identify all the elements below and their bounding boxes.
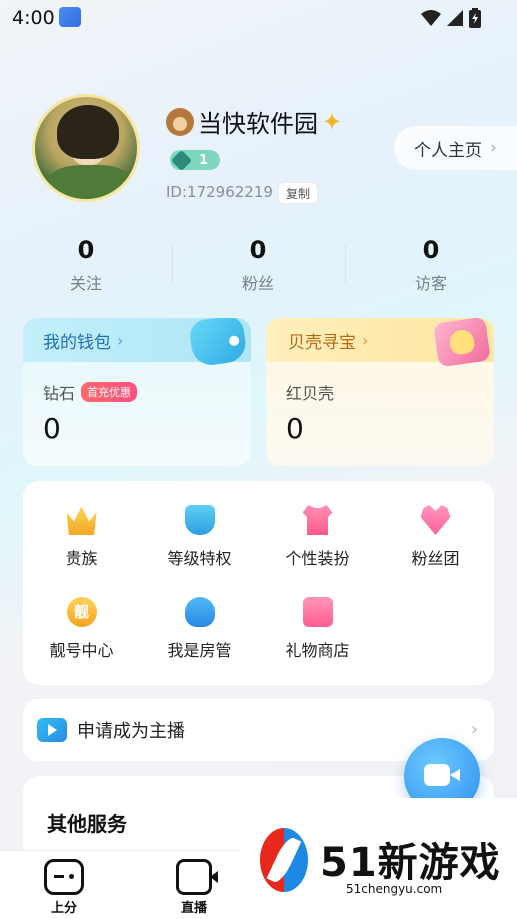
tab-score[interactable]: 上分 xyxy=(24,859,104,916)
shirt-icon xyxy=(302,505,333,535)
sparkle-icon: ✦ xyxy=(322,107,343,136)
shield-icon xyxy=(184,505,215,535)
watermark-subtitle: 51chengyu.com xyxy=(346,882,443,896)
level-number: 1 xyxy=(199,152,209,168)
stats-row: 0 关注 0 粉丝 0 访客 xyxy=(0,236,517,296)
status-time: 4:00 xyxy=(12,7,55,29)
tab-live[interactable]: 直播 xyxy=(154,859,234,916)
live-icon xyxy=(176,859,218,895)
watermark-title: 51新游戏 xyxy=(320,840,501,886)
features-card: 贵族 等级特权 个性装扮 粉丝团 靓 靓号中心 我是房管 礼物商店 xyxy=(23,481,494,685)
feature-label: 礼物商店 xyxy=(285,641,350,660)
avatar-hair xyxy=(57,105,119,159)
stat-value: 0 xyxy=(422,236,440,264)
feature-nobility[interactable]: 贵族 xyxy=(23,505,140,569)
treasure-title: 贝壳寻宝 xyxy=(288,332,356,353)
feature-dress-up[interactable]: 个性装扮 xyxy=(259,505,376,569)
watermark: 51新游戏 51chengyu.com xyxy=(242,798,517,919)
status-bar: 4:00 xyxy=(0,0,517,34)
stat-fans[interactable]: 0 粉丝 xyxy=(172,236,344,294)
level-badge: 1 xyxy=(170,149,220,171)
feature-room-admin[interactable]: 我是房管 xyxy=(141,597,258,661)
stat-following[interactable]: 0 关注 xyxy=(0,236,172,294)
chevron-right-icon: › xyxy=(470,719,478,740)
shell-label: 红贝壳 xyxy=(286,384,335,403)
chevron-right-icon: › xyxy=(117,330,124,350)
username: 当快软件园 ✦ xyxy=(166,104,342,139)
status-icons xyxy=(421,8,481,28)
feature-label: 粉丝团 xyxy=(411,549,460,568)
feature-fan-club[interactable]: 粉丝团 xyxy=(377,505,494,569)
heart-icon xyxy=(420,505,451,535)
stat-label: 粉丝 xyxy=(241,274,274,293)
services-title: 其他服务 xyxy=(47,812,127,836)
apply-label: 申请成为主播 xyxy=(77,721,185,742)
admin-icon xyxy=(184,597,215,627)
stat-value: 0 xyxy=(249,236,267,264)
avatar[interactable] xyxy=(32,94,140,202)
crown-icon xyxy=(66,506,97,535)
tab-label: 直播 xyxy=(180,901,207,916)
gift-icon xyxy=(302,597,333,627)
treasure-card[interactable]: 贝壳寻宝 › 红贝壳 0 xyxy=(266,318,494,466)
feature-label: 个性装扮 xyxy=(285,549,350,568)
stat-value: 0 xyxy=(77,236,95,264)
diamond-label: 钻石 xyxy=(43,384,76,403)
chevron-right-icon: › xyxy=(362,330,369,350)
liang-icon: 靓 xyxy=(66,597,97,627)
stat-visitors[interactable]: 0 访客 xyxy=(345,236,517,294)
feature-label: 靓号中心 xyxy=(49,641,114,660)
stat-label: 访客 xyxy=(414,274,447,293)
username-text: 当快软件园 xyxy=(198,110,318,138)
camera-icon xyxy=(424,764,460,786)
copy-id-button[interactable]: 复制 xyxy=(278,182,318,204)
battery-icon xyxy=(469,8,481,28)
homepage-label: 个人主页 xyxy=(414,140,482,161)
promo-badge: 首充优惠 xyxy=(81,382,138,402)
signal-icon xyxy=(447,10,463,26)
wallet-card[interactable]: 我的钱包 › 钻石 首充优惠 0 xyxy=(23,318,251,466)
stat-label: 关注 xyxy=(69,274,102,293)
homepage-button[interactable]: 个人主页 › xyxy=(394,126,517,170)
app-notification-icon xyxy=(59,7,81,27)
video-icon xyxy=(37,718,67,742)
shell-value: 0 xyxy=(286,412,304,445)
watermark-logo-icon xyxy=(260,828,308,892)
monkey-icon xyxy=(166,107,194,136)
avatar-body xyxy=(45,165,135,199)
tab-label: 上分 xyxy=(50,901,77,916)
wallet-title: 我的钱包 xyxy=(43,332,111,353)
feature-label: 等级特权 xyxy=(167,549,232,568)
chevron-right-icon: › xyxy=(490,138,497,158)
gamepad-icon xyxy=(44,859,84,895)
feature-label: 我是房管 xyxy=(167,641,232,660)
treasure-chest-icon xyxy=(433,318,491,368)
feature-gift-shop[interactable]: 礼物商店 xyxy=(259,597,376,661)
wifi-icon xyxy=(421,10,441,26)
diamond-row: 钻石 首充优惠 xyxy=(43,380,138,404)
diamond-value: 0 xyxy=(43,412,61,445)
feature-pretty-number[interactable]: 靓 靓号中心 xyxy=(23,597,140,661)
user-id: ID:172962219 xyxy=(166,183,273,201)
feature-label: 贵族 xyxy=(65,549,98,568)
level-gem-icon xyxy=(170,149,193,171)
feature-level-privilege[interactable]: 等级特权 xyxy=(141,505,258,569)
